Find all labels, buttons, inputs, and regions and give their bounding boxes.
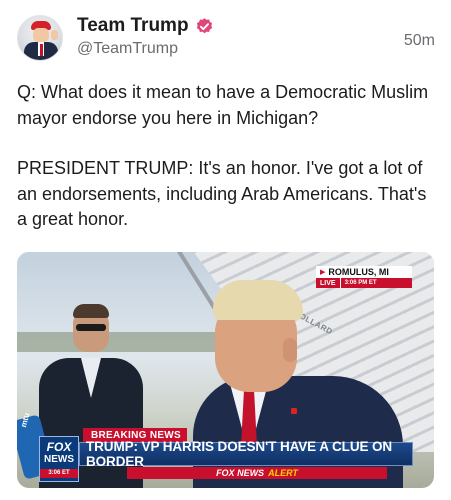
- location-label: ROMULUS, MI: [328, 267, 389, 277]
- video-thumbnail[interactable]: HOLLARD mtu ▶ ROMULUS, MI LIVE 3:06 PM E…: [17, 252, 434, 488]
- location-bug: ▶ ROMULUS, MI LIVE 3:06 PM ET: [316, 266, 412, 290]
- live-time: 3:06 PM ET: [339, 278, 412, 288]
- news-logo-text: NEWS: [44, 454, 74, 465]
- alert-word: ALERT: [268, 468, 298, 478]
- author-display-name[interactable]: Team Trump: [77, 15, 189, 37]
- avatar[interactable]: [17, 15, 63, 61]
- author-name-row: Team Trump: [77, 14, 214, 38]
- chyron-headline: TRUMP: VP HARRIS DOESN'T HAVE A CLUE ON …: [79, 439, 413, 469]
- post-body: Q: What does it mean to have a Democrati…: [17, 80, 433, 233]
- news-ticker: FOX NEWS 3:06 ET BREAKING NEWS TRUMP: VP…: [17, 424, 434, 488]
- alert-brand: FOX NEWS: [216, 468, 265, 478]
- fox-news-alert-bar: FOX NEWS ALERT: [127, 467, 387, 479]
- live-tag: LIVE: [316, 278, 340, 288]
- post-header: Team Trump @TeamTrump 50m: [17, 14, 437, 66]
- verified-badge-icon: [196, 17, 212, 33]
- author-handle[interactable]: @TeamTrump: [77, 40, 178, 58]
- play-arrow-icon: ▶: [320, 269, 326, 276]
- fox-news-logo: FOX NEWS 3:06 ET: [39, 436, 79, 482]
- fox-logo-text: FOX: [46, 440, 72, 454]
- post-paragraph-answer: PRESIDENT TRUMP: It's an honor. I've got…: [17, 158, 427, 229]
- post-paragraph-question: Q: What does it mean to have a Democrati…: [17, 82, 429, 128]
- logo-time: 3:06 ET: [40, 469, 78, 478]
- post-timestamp[interactable]: 50m: [404, 32, 435, 50]
